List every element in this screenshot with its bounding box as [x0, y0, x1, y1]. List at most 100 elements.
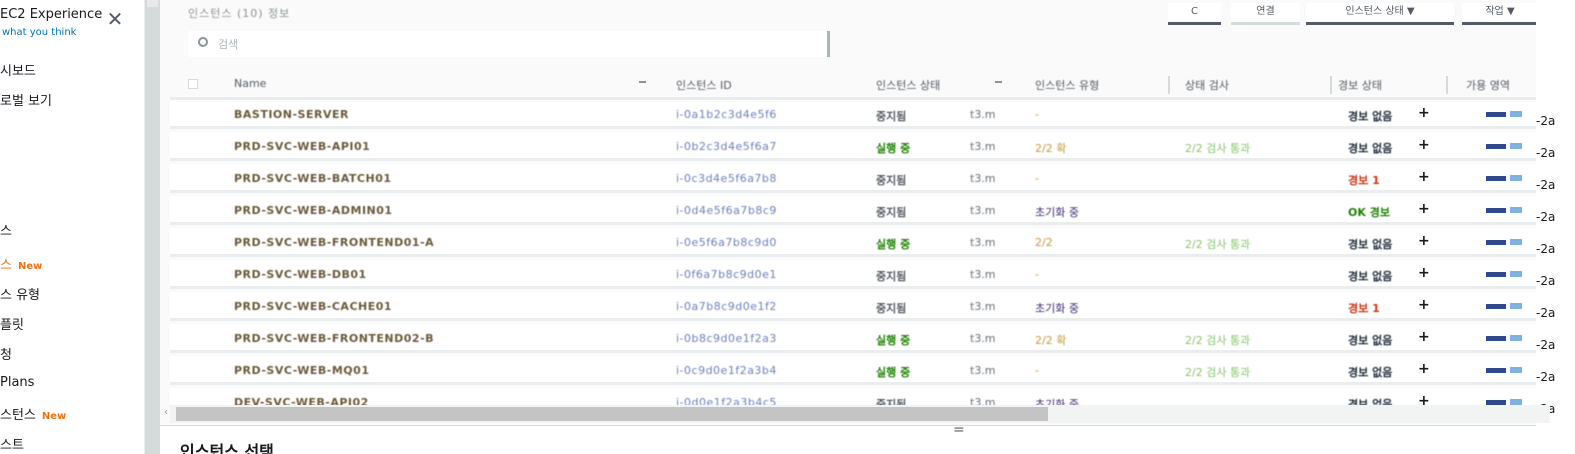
instance-id-link[interactable]: i-0f6a7b8c9d0e1: [676, 268, 777, 281]
instance-id-link[interactable]: i-0d0e1f2a3b4c5: [676, 396, 777, 405]
column-header-state[interactable]: 인스턴스 상태: [876, 77, 940, 93]
table-row[interactable]: PRD-SVC-WEB-ADMIN01 i-0d4e5f6a7b8c9 중지됨 t3.…: [170, 196, 1550, 225]
alarm-badge[interactable]: 경보 없음: [1348, 268, 1392, 284]
select-all-checkbox[interactable]: [188, 79, 198, 89]
instance-type: t3.m: [970, 332, 996, 345]
sidebar-item[interactable]: 청: [0, 344, 12, 363]
instance-name[interactable]: PRD-SVC-WEB-FRONTEND01-A: [234, 236, 434, 249]
availability-zone: -2a: [1536, 370, 1556, 384]
table-row[interactable]: PRD-SVC-WEB-FRONTEND01-A i-0e5f6a7b8c9d0 실…: [170, 228, 1550, 257]
scrollbar-thumb[interactable]: [176, 407, 1048, 421]
add-alarm-icon[interactable]: +: [1418, 297, 1430, 313]
sidebar-item[interactable]: 시보드: [0, 60, 36, 79]
alarm-badge[interactable]: 경보 없음: [1348, 364, 1392, 380]
instance-name[interactable]: PRD-SVC-WEB-MQ01: [234, 364, 369, 377]
column-header-alarm[interactable]: 경보 상태: [1338, 77, 1382, 93]
alarm-badge[interactable]: OK 경보: [1348, 204, 1390, 220]
table-row[interactable]: PRD-SVC-WEB-API01 i-0b2c3d4e5f6a7 실행 중 t3.m…: [170, 132, 1550, 161]
sort-icon[interactable]: [995, 81, 1002, 83]
instance-id-link[interactable]: i-0d4e5f6a7b8c9: [676, 204, 777, 217]
sidebar-item[interactable]: 스 유형: [0, 284, 40, 303]
column-header-type[interactable]: 인스턴스 유형: [1035, 77, 1099, 93]
add-alarm-icon[interactable]: +: [1418, 361, 1430, 377]
table-row[interactable]: DEV-SVC-WEB-API02 i-0d0e1f2a3b4c5 중지됨 t3.m 초…: [170, 388, 1550, 405]
column-resizer[interactable]: [1446, 76, 1448, 94]
instance-name[interactable]: PRD-SVC-WEB-BATCH01: [234, 172, 392, 185]
alarm-badge[interactable]: 경보 없음: [1348, 140, 1392, 156]
add-alarm-icon[interactable]: +: [1418, 201, 1430, 217]
horizontal-scrollbar[interactable]: ‹: [164, 405, 1550, 423]
instance-name[interactable]: PRD-SVC-WEB-FRONTEND02-B: [234, 332, 434, 345]
table-row[interactable]: BASTION-SERVER i-0a1b2c3d4e5f6 중지됨 t3.m - 경보 …: [170, 100, 1550, 129]
actions-button[interactable]: 작업 ▼: [1462, 3, 1538, 25]
instance-type: t3.m: [970, 236, 996, 249]
availability-zone: -2a: [1536, 338, 1556, 352]
column-header-check[interactable]: 상태 검사: [1185, 77, 1229, 93]
instance-id-link[interactable]: i-0e5f6a7b8c9d0: [676, 236, 777, 249]
instance-name[interactable]: PRD-SVC-WEB-API01: [234, 140, 370, 153]
search-bar[interactable]: [188, 31, 830, 57]
instance-id-link[interactable]: i-0a1b2c3d4e5f6: [676, 108, 777, 121]
alarm-badge[interactable]: 경보 없음: [1348, 332, 1392, 348]
instance-id-link[interactable]: i-0b8c9d0e1f2a3: [676, 332, 777, 345]
column-header-id[interactable]: 인스턴스 ID: [676, 77, 732, 93]
add-alarm-icon[interactable]: +: [1418, 105, 1430, 121]
table-row[interactable]: PRD-SVC-WEB-CACHE01 i-0a7b8c9d0e1f2 중지됨 t3.…: [170, 292, 1550, 321]
instance-name[interactable]: PRD-SVC-WEB-DB01: [234, 268, 367, 281]
add-alarm-icon[interactable]: +: [1418, 265, 1430, 281]
alarm-badge[interactable]: 경보 없음: [1348, 236, 1392, 252]
status-check: 초기화 중: [1035, 398, 1079, 405]
instance-name[interactable]: BASTION-SERVER: [234, 108, 349, 121]
instance-id-link[interactable]: i-0c9d0e1f2a3b4: [676, 364, 777, 377]
zone-color-block: [1510, 143, 1522, 149]
instance-id-link[interactable]: i-0a7b8c9d0e1f2: [676, 300, 777, 313]
add-alarm-icon[interactable]: +: [1418, 233, 1430, 249]
connect-button[interactable]: 연결: [1231, 3, 1300, 25]
instance-id-link[interactable]: i-0c3d4e5f6a7b8: [676, 172, 777, 185]
alarm-status: 2/2 검사 통과: [1185, 366, 1251, 379]
instance-id-link[interactable]: i-0b2c3d4e5f6a7: [676, 140, 777, 153]
sidebar-item[interactable]: 스트: [0, 434, 24, 453]
table-row[interactable]: PRD-SVC-WEB-DB01 i-0f6a7b8c9d0e1 중지됨 t3.m - 경…: [170, 260, 1550, 289]
close-icon[interactable]: ✕: [105, 9, 125, 30]
add-alarm-icon[interactable]: +: [1418, 169, 1430, 185]
sidebar-item[interactable]: 스 New: [0, 254, 42, 273]
add-alarm-icon[interactable]: +: [1418, 393, 1430, 405]
instance-name[interactable]: PRD-SVC-WEB-ADMIN01: [234, 204, 393, 217]
column-header-name[interactable]: Name: [234, 77, 266, 90]
alarm-badge[interactable]: 경보 없음: [1348, 108, 1392, 124]
sidebar-item-label: 스 유형: [0, 288, 41, 303]
instance-state-button[interactable]: 인스턴스 상태 ▼: [1306, 3, 1454, 25]
instance-name[interactable]: DEV-SVC-WEB-API02: [234, 396, 369, 405]
sort-icon[interactable]: [639, 81, 646, 83]
scroll-left-icon[interactable]: ‹: [164, 407, 168, 418]
sidebar-item[interactable]: 스턴스 New: [0, 404, 66, 423]
feedback-link[interactable]: what you think: [2, 27, 76, 38]
alarm-badge[interactable]: 경보 1: [1348, 172, 1380, 188]
alarm-badge[interactable]: 경보 1: [1348, 300, 1380, 316]
status-check: 초기화 중: [1035, 206, 1079, 219]
table-row[interactable]: PRD-SVC-WEB-BATCH01 i-0c3d4e5f6a7b8 중지됨 t3.…: [170, 164, 1550, 193]
sidebar-gutter[interactable]: [145, 0, 160, 454]
table-row[interactable]: PRD-SVC-WEB-FRONTEND02-B i-0b8c9d0e1f2a3 실…: [170, 324, 1550, 353]
sidebar-item[interactable]: 플릿: [0, 314, 24, 333]
sidebar-item-label: 로벌 보기: [0, 94, 52, 109]
sidebar-item[interactable]: Plans: [0, 375, 34, 390]
table-row[interactable]: PRD-SVC-WEB-MQ01 i-0c9d0e1f2a3b4 실행 중 t3.m -…: [170, 356, 1550, 385]
add-alarm-icon[interactable]: +: [1418, 137, 1430, 153]
refresh-button[interactable]: C: [1168, 3, 1221, 25]
sidebar-item[interactable]: 스: [0, 220, 12, 239]
column-header-az[interactable]: 가용 영역: [1466, 77, 1510, 93]
instance-name[interactable]: PRD-SVC-WEB-CACHE01: [234, 300, 392, 313]
search-input[interactable]: [218, 35, 798, 53]
status-check: 2/2 확: [1035, 142, 1067, 155]
availability-zone: -2a: [1536, 146, 1556, 160]
add-alarm-icon[interactable]: +: [1418, 329, 1430, 345]
column-resizer[interactable]: [1168, 76, 1170, 94]
resize-handle-icon[interactable]: =: [953, 422, 965, 438]
alarm-status: 2/2 검사 통과: [1185, 142, 1251, 155]
sidebar-item[interactable]: 로벌 보기: [0, 90, 52, 109]
alarm-badge[interactable]: 경보 없음: [1348, 396, 1392, 405]
column-resizer[interactable]: [1330, 76, 1332, 94]
instance-type: t3.m: [970, 172, 996, 185]
